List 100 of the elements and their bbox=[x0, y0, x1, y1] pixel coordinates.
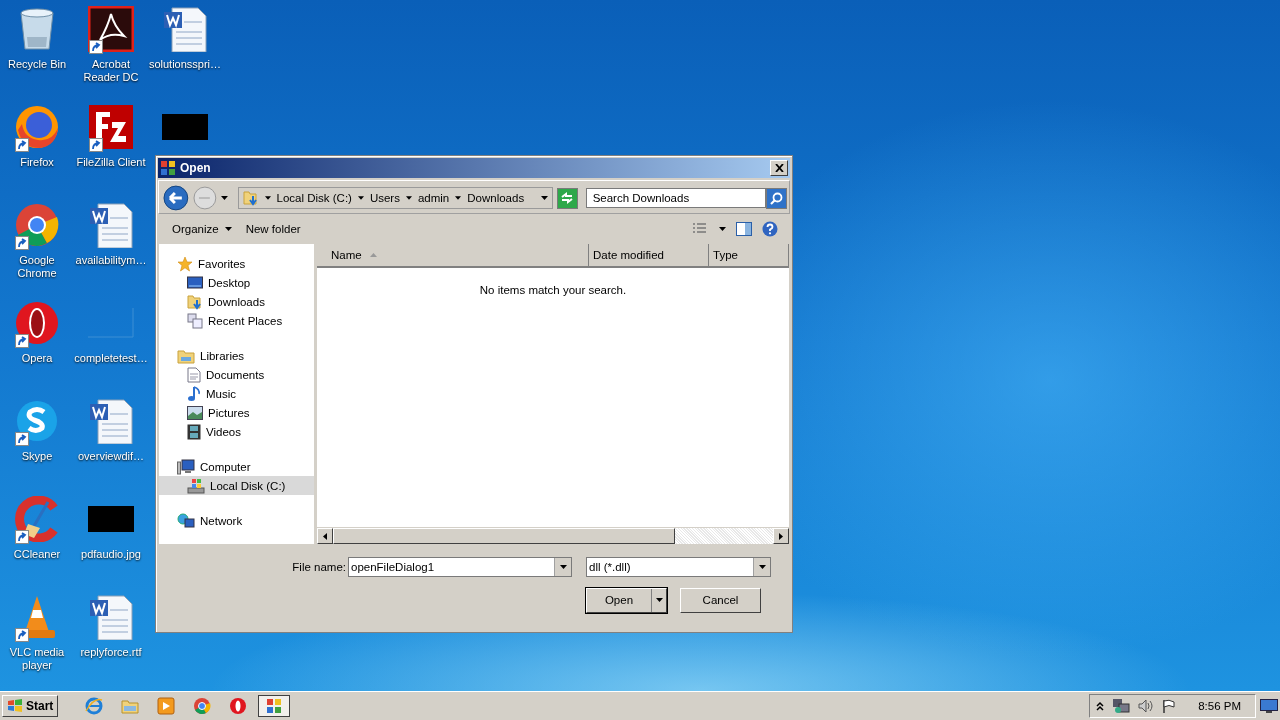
music-note-icon bbox=[187, 385, 201, 402]
nav-item[interactable]: Videos bbox=[159, 422, 314, 441]
desktop-icon-label[interactable]: solutionsspri… bbox=[148, 58, 222, 71]
breadcrumb-caret-icon bbox=[455, 196, 462, 200]
search-field[interactable]: Search Downloads bbox=[585, 188, 767, 208]
window-title: Open bbox=[180, 161, 212, 175]
star-icon bbox=[177, 255, 193, 272]
horizontal-scrollbar[interactable] bbox=[317, 527, 789, 544]
start-button[interactable]: Start bbox=[2, 695, 59, 717]
folder-icon bbox=[121, 698, 140, 714]
taskbar-app-button[interactable] bbox=[258, 695, 291, 717]
opera-icon bbox=[14, 300, 60, 346]
history-caret-icon bbox=[220, 196, 228, 200]
file-type-dropdown[interactable]: dll (*.dll) bbox=[586, 557, 771, 577]
column-header[interactable]: Date modified bbox=[589, 244, 709, 266]
toolbar-button[interactable]: Organize bbox=[166, 221, 238, 237]
nav-item[interactable]: Documents bbox=[159, 365, 314, 384]
computer-icon bbox=[177, 458, 195, 475]
desktop-icon-label[interactable]: Recycle Bin bbox=[0, 58, 74, 71]
scroll-thumb[interactable] bbox=[333, 528, 675, 544]
window-app-icon bbox=[266, 698, 283, 714]
nav-item[interactable]: Pictures bbox=[159, 403, 314, 422]
word-document-icon bbox=[88, 202, 134, 248]
firefox-icon bbox=[14, 104, 60, 150]
desktop-icon-label[interactable]: Acrobat Reader DC bbox=[74, 58, 148, 84]
file-name-field[interactable]: openFileDialog1 bbox=[348, 557, 572, 577]
blank-thumbnail-icon bbox=[88, 308, 134, 338]
desktop-icon-label[interactable]: completetest… bbox=[74, 352, 148, 365]
desktop-icon-label[interactable]: FileZilla Client bbox=[74, 156, 148, 169]
desktop-icon-label[interactable]: pdfaudio.jpg bbox=[74, 548, 148, 561]
picture-icon bbox=[187, 405, 203, 420]
search-button[interactable] bbox=[766, 187, 787, 209]
dark-thumbnail-icon bbox=[162, 114, 208, 140]
desktop-icon-label[interactable]: availabilitym… bbox=[74, 254, 148, 267]
nav-item[interactable]: Music bbox=[159, 384, 314, 403]
drive-icon bbox=[187, 477, 205, 494]
film-icon bbox=[187, 423, 201, 440]
library-folder-icon bbox=[177, 347, 195, 364]
desktop-icon-label[interactable]: overviewdif… bbox=[74, 450, 148, 463]
address-caret-icon bbox=[540, 196, 548, 200]
download-folder-icon bbox=[242, 190, 259, 206]
cancel-button[interactable]: Cancel bbox=[680, 587, 761, 613]
column-header[interactable]: Type bbox=[709, 244, 789, 266]
window-app-icon bbox=[160, 160, 176, 176]
desktop-icon bbox=[187, 275, 203, 290]
nav-item[interactable]: Network bbox=[159, 511, 314, 530]
nav-item[interactable]: Favorites bbox=[159, 254, 314, 273]
media-player-icon bbox=[157, 697, 176, 715]
desktop-icon-label[interactable]: Opera bbox=[0, 352, 74, 365]
nav-item[interactable]: Libraries bbox=[159, 346, 314, 365]
nav-item[interactable]: Desktop bbox=[159, 273, 314, 292]
chrome-icon bbox=[14, 202, 60, 248]
show-hidden-icons-icon[interactable] bbox=[1096, 701, 1105, 711]
nav-item[interactable]: Downloads bbox=[159, 292, 314, 311]
nav-item[interactable]: Recent Places bbox=[159, 311, 314, 330]
ccleaner-icon bbox=[14, 496, 60, 542]
clock[interactable]: 8:56 PM bbox=[1198, 700, 1241, 712]
nav-item[interactable]: Local Disk (C:) bbox=[159, 476, 314, 495]
close-button[interactable] bbox=[770, 160, 788, 176]
file-name-label: File name: bbox=[292, 561, 346, 573]
opera-icon bbox=[229, 697, 248, 715]
desktop-icon-label[interactable]: CCleaner bbox=[0, 548, 74, 561]
left-arrow-icon bbox=[323, 532, 327, 540]
breadcrumb-caret-icon bbox=[405, 196, 412, 200]
caret-icon bbox=[758, 565, 766, 569]
refresh-button[interactable] bbox=[556, 187, 578, 209]
caret-icon bbox=[559, 565, 567, 569]
recent-places-icon bbox=[187, 312, 203, 329]
download-folder-icon bbox=[187, 293, 203, 310]
back-button[interactable] bbox=[163, 185, 189, 211]
address-bar[interactable]: Local Disk (C:) Users admin Downloads bbox=[237, 187, 553, 209]
network-icon[interactable] bbox=[1112, 698, 1131, 714]
nav-item[interactable]: Computer bbox=[159, 457, 314, 476]
breadcrumb[interactable]: Downloads bbox=[467, 192, 525, 204]
breadcrumb[interactable]: Local Disk (C:) bbox=[276, 192, 352, 204]
breadcrumb-caret-icon bbox=[264, 196, 271, 200]
toolbar-button[interactable]: New folder bbox=[239, 221, 307, 237]
breadcrumb[interactable]: Users bbox=[369, 192, 400, 204]
desktop-icon-label[interactable]: Firefox bbox=[0, 156, 74, 169]
flag-icon[interactable] bbox=[1162, 699, 1177, 713]
breadcrumb[interactable]: admin bbox=[417, 192, 450, 204]
dark-thumbnail-icon bbox=[88, 506, 134, 532]
empty-message: No items match your search. bbox=[479, 284, 627, 296]
scroll-left-button[interactable] bbox=[317, 528, 333, 544]
desktop-icon-label[interactable]: Google Chrome bbox=[0, 254, 74, 280]
desktop-icon-label[interactable]: Skype bbox=[0, 450, 74, 463]
open-button[interactable]: Open bbox=[586, 587, 667, 613]
internet-explorer-icon bbox=[85, 697, 104, 715]
show-desktop-icon[interactable] bbox=[1260, 699, 1278, 713]
volume-icon[interactable] bbox=[1138, 699, 1155, 713]
column-header[interactable]: Name bbox=[317, 244, 589, 266]
chrome-icon bbox=[193, 697, 212, 715]
caret-icon bbox=[655, 598, 663, 602]
right-arrow-icon bbox=[779, 532, 783, 540]
filezilla-icon bbox=[88, 104, 134, 150]
document-icon bbox=[187, 366, 201, 383]
refresh-icon bbox=[560, 192, 575, 204]
search-icon bbox=[770, 191, 784, 205]
word-document-icon bbox=[162, 6, 208, 52]
scroll-right-button[interactable] bbox=[773, 528, 789, 544]
